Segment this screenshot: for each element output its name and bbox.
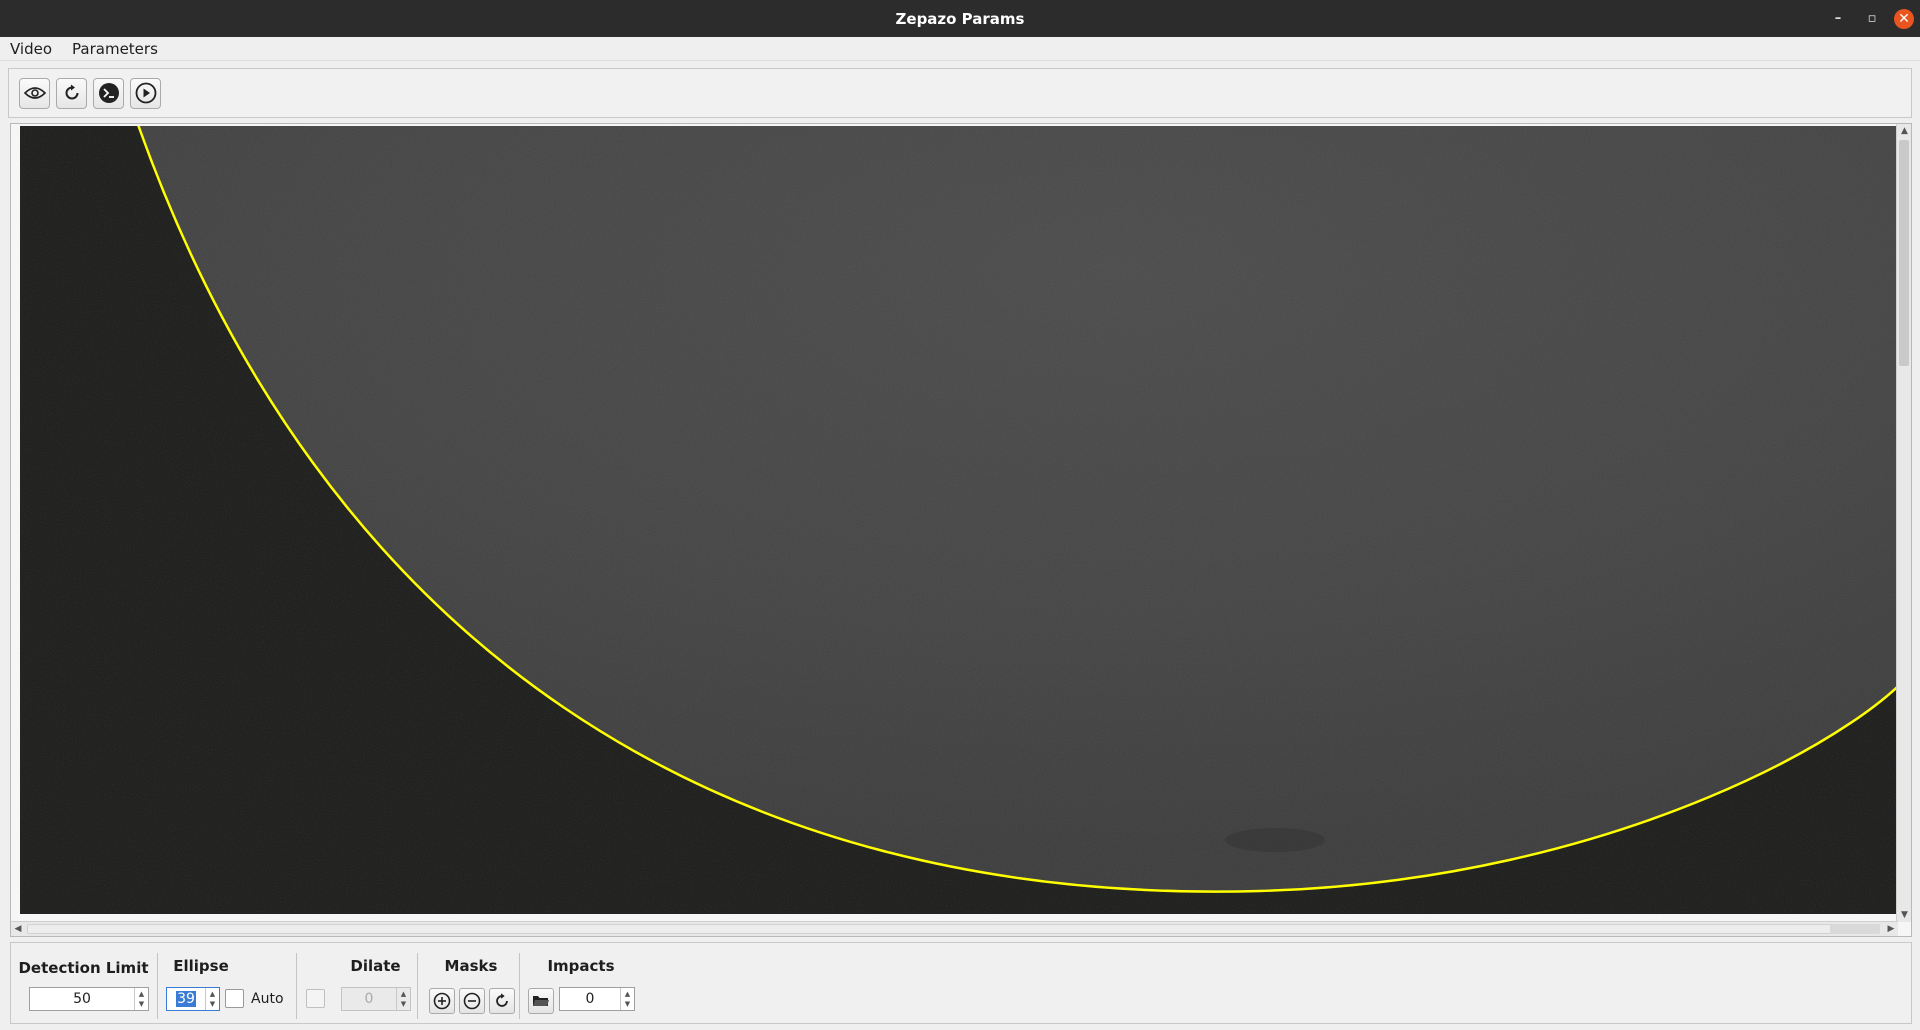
close-button[interactable]: ✕ (1894, 8, 1914, 29)
horizontal-scrollbar[interactable]: ◀ ▶ (11, 921, 1898, 936)
toolbar (8, 68, 1912, 118)
ellipse-auto-label: Auto (251, 991, 284, 1007)
eye-icon (23, 87, 46, 99)
menu-video[interactable]: Video (0, 40, 62, 58)
window-title: Zepazo Params (895, 9, 1025, 28)
image-viewport[interactable]: ▲ ▼ ◀ ▶ (10, 123, 1912, 937)
remove-mask-button[interactable] (459, 988, 485, 1014)
scroll-left-arrow[interactable]: ◀ (11, 922, 25, 937)
scroll-right-arrow[interactable]: ▶ (1884, 922, 1898, 937)
impacts-spinbox[interactable]: 0 ▲ ▼ (559, 987, 635, 1011)
spin-up-arrow[interactable]: ▲ (139, 989, 144, 999)
ellipse-spinbox[interactable]: 39 ▲ ▼ (166, 987, 220, 1011)
detection-limit-title: Detection Limit (18, 959, 149, 977)
spin-down-arrow[interactable]: ▼ (625, 999, 630, 1009)
dilate-title: Dilate (350, 957, 401, 975)
menu-bar: Video Parameters (0, 37, 1920, 61)
horizontal-scroll-handle[interactable] (1830, 924, 1880, 934)
vertical-scrollbar[interactable]: ▲ ▼ (1896, 124, 1911, 922)
terminal-icon (98, 83, 119, 103)
dilate-spinbox[interactable]: 0 ▲ ▼ (341, 987, 411, 1011)
play-icon (135, 82, 156, 104)
dilate-checkbox[interactable] (306, 989, 325, 1008)
masks-group: Masks (421, 943, 521, 1025)
detection-limit-arrows[interactable]: ▲ ▼ (134, 988, 148, 1010)
rotate-icon (65, 84, 78, 100)
impacts-value[interactable]: 0 (560, 991, 620, 1007)
impacts-title: Impacts (547, 957, 615, 975)
impacts-arrows[interactable]: ▲ ▼ (620, 988, 634, 1010)
scroll-up-arrow[interactable]: ▲ (1897, 124, 1912, 138)
ellipse-value[interactable]: 39 (176, 991, 196, 1007)
detection-limit-group: Detection Limit 50 ▲ ▼ (11, 943, 156, 1025)
panel-separator (519, 953, 520, 1019)
open-impacts-button[interactable] (528, 988, 554, 1014)
ellipse-group: Ellipse 39 ▲ ▼ Auto (161, 943, 296, 1025)
reload-button[interactable] (56, 77, 87, 109)
ellipse-auto-checkbox[interactable] (225, 989, 244, 1008)
reset-mask-button[interactable] (489, 988, 515, 1014)
scroll-down-arrow[interactable]: ▼ (1897, 908, 1912, 922)
panel-separator (157, 953, 158, 1019)
menu-parameters[interactable]: Parameters (62, 40, 168, 58)
detection-limit-spinbox[interactable]: 50 ▲ ▼ (29, 987, 149, 1011)
console-button[interactable] (93, 77, 124, 109)
dilate-value[interactable]: 0 (342, 991, 396, 1007)
play-button[interactable] (130, 77, 161, 109)
add-mask-icon (433, 992, 451, 1010)
horizontal-scroll-thumb[interactable] (27, 924, 1837, 934)
ellipse-arrows[interactable]: ▲ ▼ (205, 988, 219, 1010)
window-controls: – ▫ ✕ (1826, 0, 1914, 37)
spin-down-arrow[interactable]: ▼ (401, 999, 406, 1009)
ellipse-value-wrap: 39 (167, 991, 205, 1007)
moon-frame-image (20, 126, 1897, 914)
ellipse-title: Ellipse (173, 957, 229, 975)
impacts-group: Impacts 0 ▲ ▼ (526, 943, 646, 1025)
toggle-view-button[interactable] (19, 77, 50, 109)
detection-limit-value[interactable]: 50 (30, 991, 134, 1007)
spin-down-arrow[interactable]: ▼ (139, 999, 144, 1009)
add-mask-button[interactable] (429, 988, 455, 1014)
vertical-scroll-thumb[interactable] (1899, 140, 1909, 366)
video-frame (20, 126, 1897, 914)
masks-title: Masks (444, 957, 498, 975)
panel-separator (417, 953, 418, 1019)
parameters-panel: Detection Limit 50 ▲ ▼ Ellipse 39 ▲ ▼ Au… (10, 942, 1912, 1024)
spin-up-arrow[interactable]: ▲ (401, 989, 406, 999)
panel-separator (296, 953, 297, 1019)
spin-up-arrow[interactable]: ▲ (625, 989, 630, 999)
remove-mask-icon (463, 992, 481, 1010)
folder-icon (533, 996, 549, 1006)
title-bar: Zepazo Params – ▫ ✕ (0, 0, 1920, 37)
spin-down-arrow[interactable]: ▼ (210, 999, 215, 1009)
reset-mask-icon (496, 993, 508, 1007)
spin-up-arrow[interactable]: ▲ (210, 989, 215, 999)
dilate-group: Dilate 0 ▲ ▼ (301, 943, 426, 1025)
maximize-button[interactable]: ▫ (1860, 7, 1884, 31)
minimize-button[interactable]: – (1826, 7, 1850, 31)
dilate-arrows[interactable]: ▲ ▼ (396, 988, 410, 1010)
